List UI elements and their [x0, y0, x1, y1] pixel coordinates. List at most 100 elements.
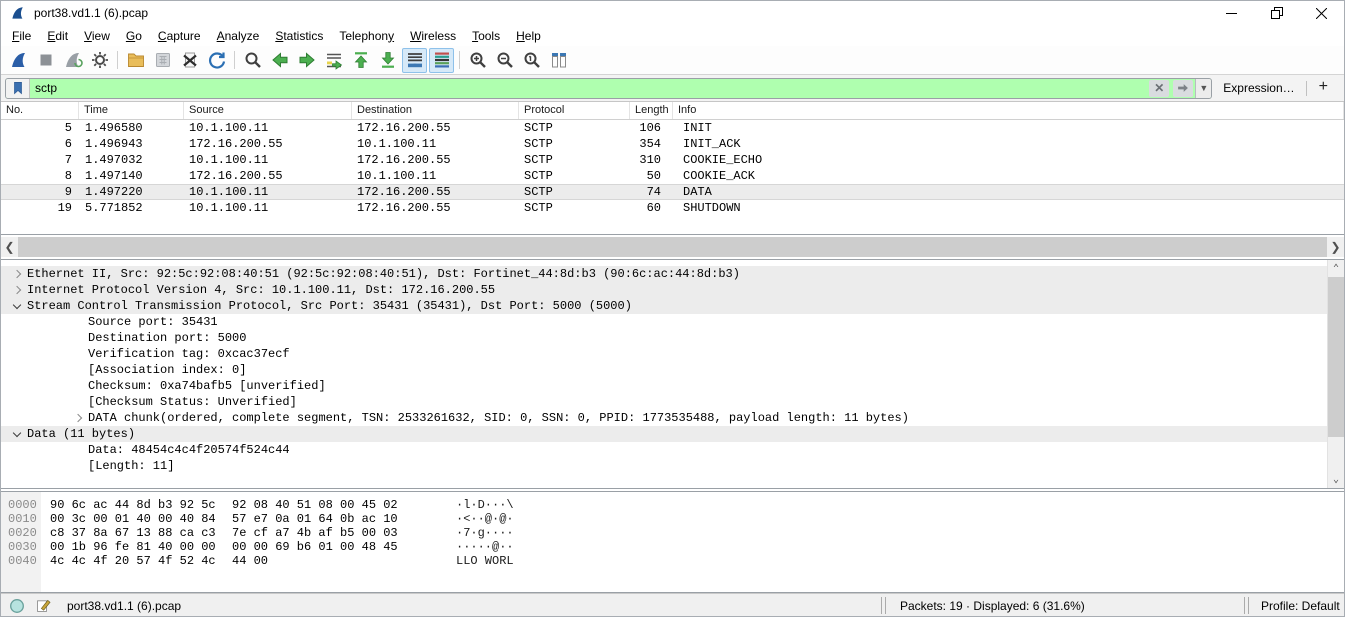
display-filter-input[interactable]	[30, 78, 1148, 98]
detail-row[interactable]: [Checksum Status: Unverified]	[1, 394, 1327, 410]
zoom-in-button[interactable]	[465, 48, 490, 73]
menu-view[interactable]: View	[76, 27, 118, 45]
hex-bytes[interactable]: 00 3c 00 01 40 00 40 84	[50, 512, 216, 526]
packet-row-19[interactable]: 19 5.771852 10.1.100.11 172.16.200.55 SCTP 60…	[1, 200, 1344, 216]
menu-capture[interactable]: Capture	[150, 27, 209, 45]
menu-file[interactable]: File	[4, 27, 39, 45]
apply-filter-icon[interactable]	[1173, 79, 1194, 97]
hex-bytes[interactable]: 7e cf a7 4b af b5 00 03	[232, 526, 398, 540]
detail-row[interactable]: Source port: 35431	[1, 314, 1327, 330]
find-packet-button[interactable]	[240, 48, 265, 73]
colorize-toggle-button[interactable]	[429, 47, 454, 73]
detail-row[interactable]: Data (11 bytes)	[1, 426, 1327, 442]
expand-toggle-icon[interactable]	[7, 269, 27, 279]
details-vscrollbar[interactable]: ⌃ ⌄	[1327, 260, 1344, 488]
detail-row[interactable]: Data: 48454c4c4f20574f524c44	[1, 442, 1327, 458]
vscrollbar-thumb[interactable]	[1328, 277, 1344, 437]
detail-row[interactable]: DATA chunk(ordered, complete segment, TS…	[1, 410, 1327, 426]
hscrollbar-thumb[interactable]	[18, 237, 1327, 257]
hex-ascii[interactable]: LLO WORL	[456, 554, 514, 568]
clear-filter-icon[interactable]: ✕	[1149, 79, 1170, 97]
resize-columns-button[interactable]	[546, 48, 571, 73]
expert-info-icon[interactable]	[7, 596, 27, 616]
expand-toggle-icon[interactable]	[68, 413, 88, 423]
detail-row[interactable]: Ethernet II, Src: 92:5c:92:08:40:51 (92:…	[1, 266, 1327, 282]
go-to-last-button[interactable]	[375, 48, 400, 73]
menu-telephony[interactable]: Telephony	[331, 27, 402, 45]
zoom-out-button[interactable]	[492, 48, 517, 73]
packet-row-6[interactable]: 6 1.496943 172.16.200.55 10.1.100.11 SCTP 354…	[1, 136, 1344, 152]
menu-help[interactable]: Help	[508, 27, 549, 45]
menu-wireless[interactable]: Wireless	[402, 27, 464, 45]
go-to-first-button[interactable]	[348, 48, 373, 73]
expand-toggle-icon[interactable]	[7, 285, 27, 295]
add-filter-button[interactable]: +	[1307, 78, 1340, 98]
packet-row-8[interactable]: 8 1.497140 172.16.200.55 10.1.100.11 SCTP 50 C…	[1, 168, 1344, 184]
go-forward-button[interactable]	[294, 48, 319, 73]
hex-bytes[interactable]: 00 00 69 b6 01 00 48 45	[232, 540, 398, 554]
capture-comment-icon[interactable]	[33, 596, 53, 616]
column-header-protocol[interactable]: Protocol	[519, 102, 630, 119]
hex-ascii[interactable]: ·7·g····	[456, 526, 514, 540]
hex-bytes[interactable]: 92 08 40 51 08 00 45 02	[232, 498, 398, 512]
zoom-original-button[interactable]	[519, 48, 544, 73]
scroll-right-icon[interactable]: ❯	[1327, 237, 1344, 257]
detail-row[interactable]: Verification tag: 0xcac37ecf	[1, 346, 1327, 362]
packet-row-5[interactable]: 5 1.496580 10.1.100.11 172.16.200.55 SCTP 106…	[1, 120, 1344, 136]
hex-bytes[interactable]: 44 00	[232, 554, 398, 568]
detail-row[interactable]: Internet Protocol Version 4, Src: 10.1.1…	[1, 282, 1327, 298]
hex-row-0000[interactable]: 0000 90 6c ac 44 8d b3 92 5c 92 08 40 51 0…	[1, 498, 1344, 512]
column-header-no[interactable]: No.	[1, 102, 79, 119]
chevron-down-icon[interactable]: ▼	[1195, 78, 1212, 98]
hex-row-0010[interactable]: 0010 00 3c 00 01 40 00 40 84 57 e7 0a 01 6…	[1, 512, 1344, 526]
display-filter-field[interactable]: ✕ ▼	[5, 77, 1213, 99]
column-header-info[interactable]: Info	[673, 102, 1344, 119]
menu-go[interactable]: Go	[118, 27, 150, 45]
detail-row[interactable]: [Association index: 0]	[1, 362, 1327, 378]
detail-row[interactable]: [Length: 11]	[1, 458, 1327, 474]
profile-label[interactable]: Profile: Default	[1249, 599, 1344, 613]
menu-analyze[interactable]: Analyze	[209, 27, 268, 45]
column-header-destination[interactable]: Destination	[352, 102, 519, 119]
detail-row[interactable]: Checksum: 0xa74bafb5 [unverified]	[1, 378, 1327, 394]
packet-list-hscrollbar[interactable]: ❮ ❯	[1, 237, 1344, 257]
detail-row[interactable]: Destination port: 5000	[1, 330, 1327, 346]
expression-button[interactable]: Expression…	[1212, 81, 1305, 95]
menu-tools[interactable]: Tools	[464, 27, 508, 45]
column-header-length[interactable]: Length	[630, 102, 673, 119]
menu-statistics[interactable]: Statistics	[267, 27, 331, 45]
restore-button[interactable]	[1254, 1, 1299, 25]
go-to-packet-button[interactable]	[321, 48, 346, 73]
close-button[interactable]	[1299, 1, 1344, 25]
collapse-toggle-icon[interactable]	[7, 300, 27, 309]
hex-ascii[interactable]: ·l·D···\	[456, 498, 514, 512]
bookmark-icon[interactable]	[6, 78, 30, 98]
hex-bytes[interactable]: 4c 4c 4f 20 57 4f 52 4c	[50, 554, 216, 568]
column-header-time[interactable]: Time	[79, 102, 184, 119]
column-header-source[interactable]: Source	[184, 102, 352, 119]
start-capture-button[interactable]	[6, 48, 31, 73]
hex-bytes[interactable]: 00 1b 96 fe 81 40 00 00	[50, 540, 216, 554]
hex-bytes[interactable]: 57 e7 0a 01 64 0b ac 10	[232, 512, 398, 526]
hex-row-0020[interactable]: 0020 c8 37 8a 67 13 88 ca c3 7e cf a7 4b a…	[1, 526, 1344, 540]
hex-bytes[interactable]: c8 37 8a 67 13 88 ca c3	[50, 526, 216, 540]
reload-file-button[interactable]	[204, 48, 229, 73]
packet-row-7[interactable]: 7 1.497032 10.1.100.11 172.16.200.55 SCTP 310…	[1, 152, 1344, 168]
hex-ascii[interactable]: ·····@··	[456, 540, 514, 554]
detail-row[interactable]: Stream Control Transmission Protocol, Sr…	[1, 298, 1327, 314]
scroll-down-icon[interactable]: ⌄	[1328, 471, 1344, 488]
go-back-button[interactable]	[267, 48, 292, 73]
open-file-button[interactable]	[123, 48, 148, 73]
minimize-button[interactable]	[1209, 1, 1254, 25]
capture-options-button[interactable]	[87, 48, 112, 73]
hex-row-0030[interactable]: 0030 00 1b 96 fe 81 40 00 00 00 00 69 b6 0…	[1, 540, 1344, 554]
auto-scroll-toggle-button[interactable]	[402, 47, 427, 73]
packet-row-9[interactable]: 9 1.497220 10.1.100.11 172.16.200.55 SCTP 74 D…	[1, 184, 1344, 200]
hex-bytes[interactable]: 90 6c ac 44 8d b3 92 5c	[50, 498, 216, 512]
hex-row-0040[interactable]: 0040 4c 4c 4f 20 57 4f 52 4c 44 00 LLO WORL	[1, 554, 1344, 568]
collapse-toggle-icon[interactable]	[7, 428, 27, 437]
menu-edit[interactable]: Edit	[39, 27, 76, 45]
scroll-up-icon[interactable]: ⌃	[1328, 260, 1344, 277]
close-file-button[interactable]	[177, 48, 202, 73]
hex-ascii[interactable]: ·<··@·@·	[456, 512, 514, 526]
